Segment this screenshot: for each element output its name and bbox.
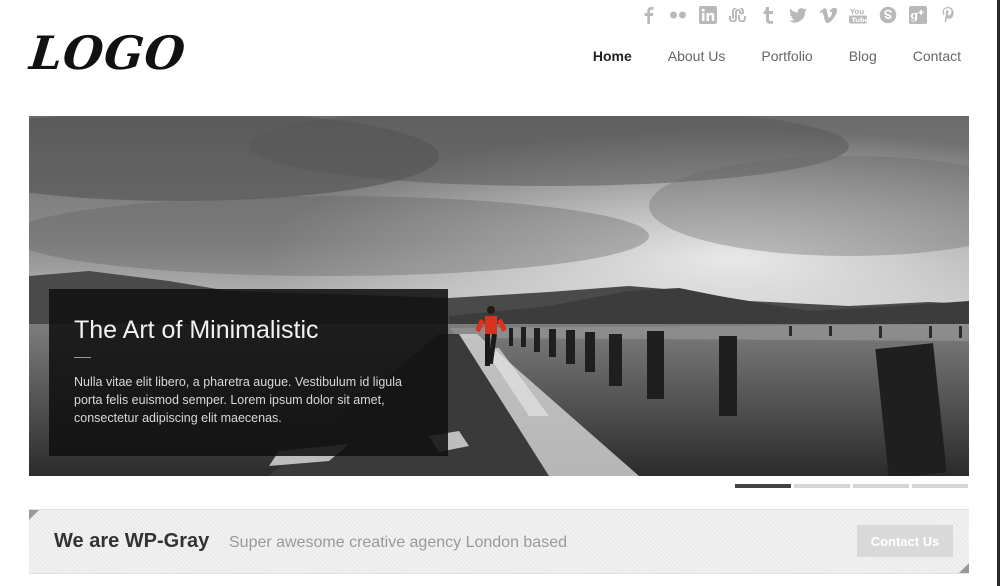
- callout-tagline: Super awesome creative agency London bas…: [229, 534, 567, 551]
- nav-item-portfolio[interactable]: Portfolio: [761, 48, 812, 64]
- site-logo[interactable]: LOGO: [27, 26, 188, 80]
- hero-slider[interactable]: The Art of Minimalistic Nulla vitae elit…: [29, 116, 969, 476]
- hero-title: The Art of Minimalistic: [74, 316, 319, 344]
- svg-text:You: You: [849, 8, 864, 16]
- slide-indicator-2[interactable]: [794, 484, 850, 488]
- google-plus-icon[interactable]: g: [906, 4, 930, 26]
- twitter-icon[interactable]: [786, 4, 810, 26]
- caption-divider: [74, 357, 91, 358]
- tumblr-icon[interactable]: [756, 4, 780, 26]
- svg-text:Tube: Tube: [852, 16, 868, 24]
- hero-text: Nulla vitae elit libero, a pharetra augu…: [74, 375, 402, 425]
- slide-indicator-4[interactable]: [912, 484, 968, 488]
- social-icons: You Tube g: [636, 4, 960, 26]
- corner-decoration: [29, 510, 39, 520]
- skype-icon[interactable]: [876, 4, 900, 26]
- main-nav: Home About Us Portfolio Blog Contact: [557, 48, 961, 64]
- flickr-icon[interactable]: [666, 4, 690, 26]
- slide-indicator-1[interactable]: [735, 484, 791, 488]
- corner-decoration: [959, 563, 969, 573]
- nav-item-about-us[interactable]: About Us: [668, 48, 726, 64]
- facebook-icon[interactable]: [636, 4, 660, 26]
- callout-heading: We are WP-Gray: [54, 530, 210, 552]
- slider-pager: [735, 484, 968, 488]
- youtube-icon[interactable]: You Tube: [846, 4, 870, 26]
- stumbleupon-icon[interactable]: [726, 4, 750, 26]
- slide-indicator-3[interactable]: [853, 484, 909, 488]
- vimeo-icon[interactable]: [816, 4, 840, 26]
- contact-us-button[interactable]: Contact Us: [857, 525, 953, 557]
- svg-text:g: g: [911, 9, 919, 22]
- callout-bar: We are WP-Gray Super awesome creative ag…: [29, 509, 969, 574]
- pinterest-icon[interactable]: [936, 4, 960, 26]
- hero-caption: The Art of Minimalistic Nulla vitae elit…: [49, 289, 448, 456]
- nav-item-home[interactable]: Home: [593, 48, 632, 64]
- linkedin-icon[interactable]: [696, 4, 720, 26]
- nav-item-blog[interactable]: Blog: [849, 48, 877, 64]
- nav-item-contact[interactable]: Contact: [913, 48, 961, 64]
